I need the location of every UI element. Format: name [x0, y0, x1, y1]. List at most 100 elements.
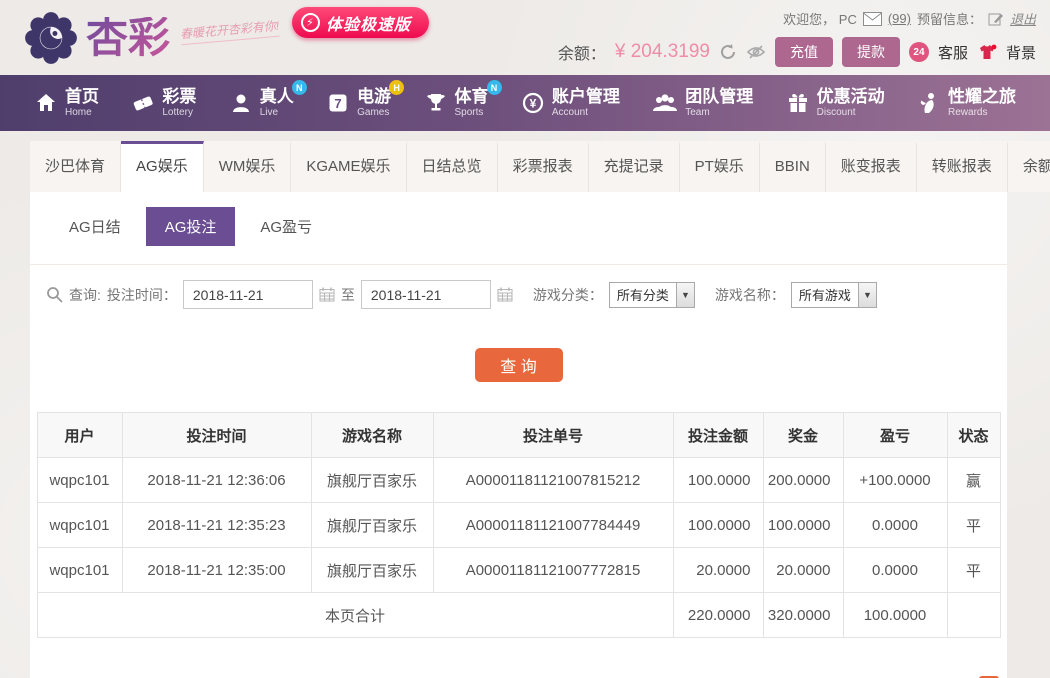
nav-item-live[interactable]: 真人 Live N: [229, 80, 307, 118]
subtab-ag-daily[interactable]: AG日结: [50, 207, 140, 246]
nav-item-account[interactable]: ¥ 账户管理 Account: [521, 87, 620, 118]
calendar-icon[interactable]: [319, 287, 335, 302]
status-badge: 平: [946, 502, 1001, 548]
game-name-select[interactable]: 所有游戏 ▼: [790, 281, 877, 308]
table-row: wqpc101 2018-11-21 12:36:06 旗舰厅百家乐 A0000…: [36, 457, 1001, 503]
summary-label: 本页合计: [36, 592, 674, 638]
col-game-name: 游戏名称: [310, 412, 434, 458]
nav-item-home[interactable]: 首页 Home: [34, 87, 99, 118]
mail-count-link[interactable]: (99): [888, 11, 911, 26]
nav-item-lottery[interactable]: 彩票 Lottery: [131, 87, 196, 118]
tab-bbin[interactable]: BBIN: [759, 141, 826, 192]
site-logo[interactable]: 杏彩 春暖花开杏彩有你!: [24, 11, 281, 65]
search-filter-bar: 查询: 投注时间： 至 游戏分类： 所有分类 ▼ 游戏名称： 所有游戏 ▼: [30, 264, 1007, 324]
live-person-icon: [232, 94, 249, 112]
top-header: 杏彩 春暖花开杏彩有你! ⚡ 体验极速版 欢迎您， PC (99) 预留信息： …: [0, 0, 1050, 75]
games-7-icon: 7: [329, 94, 347, 112]
new-badge: N: [291, 80, 307, 96]
tab-transfer-report[interactable]: 转账报表: [916, 141, 1008, 192]
logo-text: 杏彩: [86, 13, 171, 61]
logo-flower-icon: [25, 11, 77, 64]
logo-tagline: 春暖花开杏彩有你!: [179, 16, 281, 45]
query-label: 查询:: [69, 286, 101, 303]
col-prize: 奖金: [762, 412, 844, 458]
table-row: wqpc101 2018-11-21 12:35:00 旗舰厅百家乐 A0000…: [36, 547, 1001, 593]
trophy-icon: [426, 94, 445, 111]
bet-time-label: 投注时间：: [106, 286, 177, 303]
tab-balance-query[interactable]: 余额查询: [1007, 141, 1050, 192]
hot-badge: H: [389, 80, 405, 96]
date-from-input[interactable]: [182, 280, 313, 309]
table-summary-row: 本页合计 220.0000 320.0000 100.0000: [36, 592, 1001, 638]
col-bet-amount: 投注金额: [672, 412, 764, 458]
nav-item-team[interactable]: 团队管理 Team: [652, 87, 753, 118]
tab-shaba-sports[interactable]: 沙巴体育: [30, 141, 122, 192]
tab-account-change-report[interactable]: 账变报表: [825, 141, 917, 192]
welcome-text: 欢迎您， PC: [783, 12, 857, 27]
game-name-label: 游戏名称：: [714, 286, 785, 303]
recharge-button[interactable]: 充值: [774, 37, 833, 67]
hide-balance-icon[interactable]: [746, 44, 766, 60]
reserved-info-label: 预留信息：: [916, 12, 982, 27]
tab-lottery-report[interactable]: 彩票报表: [497, 141, 589, 192]
status-badge: 赢: [946, 457, 1001, 503]
background-link[interactable]: 背景: [1006, 42, 1036, 63]
main-navbar: 首页 Home 彩票 Lottery 真人 Live N 7 电游 Games H 体育…: [0, 75, 1050, 131]
svg-text:7: 7: [335, 96, 342, 111]
query-button[interactable]: 查 询: [474, 348, 563, 382]
header-right: 欢迎您， PC (99) 预留信息： 退出 余额： ¥ 204.3199 充值 …: [558, 9, 1036, 67]
balance-label: 余额：: [557, 46, 606, 63]
status-badge: 平: [946, 547, 1001, 593]
balance-value: ¥ 204.3199: [614, 41, 710, 62]
col-user: 用户: [36, 412, 123, 458]
mail-icon[interactable]: [862, 11, 882, 26]
service-24h-icon: 24: [908, 42, 929, 62]
col-order-no: 投注单号: [432, 412, 674, 458]
nav-item-games[interactable]: 7 电游 Games H: [326, 80, 405, 118]
to-label: 至: [340, 286, 355, 303]
tab-kgame[interactable]: KGAME娱乐: [291, 141, 407, 192]
tab-ag-entertainment[interactable]: AG娱乐: [121, 141, 204, 192]
tab-daily-overview[interactable]: 日结总览: [406, 141, 498, 192]
chevron-down-icon: ▼: [857, 282, 876, 307]
subtab-ag-bets[interactable]: AG投注: [145, 207, 236, 246]
col-status: 状态: [946, 412, 1001, 458]
ag-subtabs: AG日结 AG投注 AG盈亏: [30, 192, 1007, 258]
lightning-coin-icon: ⚡: [301, 13, 320, 32]
page: 杏彩 春暖花开杏彩有你! ⚡ 体验极速版 欢迎您， PC (99) 预留信息： …: [0, 0, 1050, 678]
gift-icon: [788, 94, 807, 112]
nav-item-discount[interactable]: 优惠活动 Discount: [786, 87, 885, 118]
tab-pt-entertainment[interactable]: PT娱乐: [679, 141, 760, 192]
nav-item-rewards[interactable]: 性耀之旅 Rewards: [917, 87, 1016, 118]
customer-service-link[interactable]: 客服: [938, 42, 968, 63]
col-profit: 盈亏: [842, 412, 948, 458]
nav-label: 首页: [65, 87, 99, 107]
tab-deposit-withdraw-record[interactable]: 充提记录: [588, 141, 680, 192]
calendar-icon[interactable]: [497, 287, 513, 302]
speed-badge-label: 体验极速版: [326, 16, 412, 34]
date-to-input[interactable]: [360, 280, 491, 309]
game-category-label: 游戏分类：: [532, 286, 603, 303]
yen-coin-icon: ¥: [522, 92, 543, 114]
edit-icon[interactable]: [988, 11, 1004, 27]
game-category-select[interactable]: 所有分类 ▼: [608, 281, 695, 308]
subtab-ag-profit[interactable]: AG盈亏: [241, 207, 331, 246]
speed-version-badge[interactable]: ⚡ 体验极速版: [292, 7, 430, 38]
tab-wm-entertainment[interactable]: WM娱乐: [203, 141, 292, 192]
table-row: wqpc101 2018-11-21 12:35:23 旗舰厅百家乐 A0000…: [36, 502, 1001, 548]
col-bet-time: 投注时间: [121, 412, 312, 458]
ticket-icon: [134, 96, 153, 111]
svg-text:¥: ¥: [530, 97, 537, 111]
report-tabs: 沙巴体育 AG娱乐 WM娱乐 KGAME娱乐 日结总览 彩票报表 充提记录 PT…: [30, 141, 1050, 192]
logout-link[interactable]: 退出: [1010, 9, 1036, 28]
team-people-icon: [653, 94, 678, 111]
rewards-figure-icon: [920, 93, 934, 113]
new-badge: N: [486, 80, 502, 96]
nav-item-sports[interactable]: 体育 Sports N: [424, 80, 502, 118]
refresh-icon[interactable]: [719, 43, 737, 61]
table-header-row: 用户 投注时间 游戏名称 投注单号 投注金额 奖金 盈亏 状态: [36, 412, 1001, 458]
chevron-down-icon: ▼: [675, 282, 694, 307]
bet-records-table: 用户 投注时间 游戏名称 投注单号 投注金额 奖金 盈亏 状态 wqpc101 …: [36, 412, 1001, 638]
withdraw-button[interactable]: 提款: [841, 37, 900, 67]
shirt-icon: [977, 43, 997, 61]
